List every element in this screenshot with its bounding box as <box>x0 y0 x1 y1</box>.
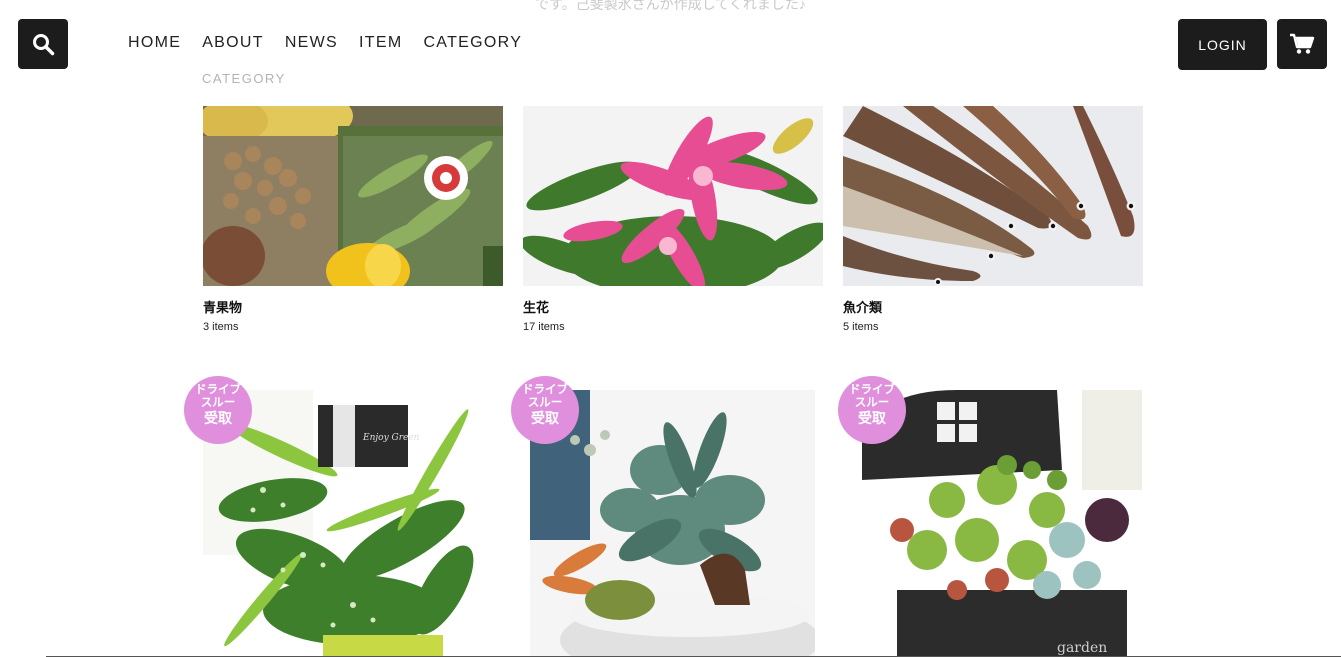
plant-tag-text: Enjoy Green <box>362 433 420 443</box>
product-image-succulent-house: garden <box>857 390 1142 657</box>
product-image-succulent-bowl <box>530 390 815 657</box>
nav-news[interactable]: NEWS <box>285 34 338 52</box>
category-name: 魚介類 <box>843 300 883 315</box>
main-nav: HOME ABOUT NEWS ITEM CATEGORY <box>128 34 522 52</box>
category-card-produce[interactable]: 青果物 3 items <box>203 106 503 333</box>
top-note-text: です。己斐製氷さんが作成してくれました♪ <box>535 0 806 12</box>
cart-icon <box>1290 33 1315 54</box>
submenu-category-label[interactable]: CATEGORY <box>202 71 286 86</box>
category-count: 3 items <box>203 321 239 333</box>
badge-line: スルー <box>527 397 563 409</box>
category-image-flowers <box>523 106 823 286</box>
product-image-foliage: Enjoy Green <box>203 390 488 657</box>
category-name: 生花 <box>523 300 550 315</box>
cart-button[interactable] <box>1277 19 1327 69</box>
nav-category[interactable]: CATEGORY <box>423 34 522 52</box>
badge-line: ドライブ <box>849 384 895 396</box>
category-count: 17 items <box>523 321 565 333</box>
category-image-produce <box>203 106 503 286</box>
pot-sign-text: garden <box>1057 640 1107 656</box>
category-count: 5 items <box>843 321 879 333</box>
nav-about[interactable]: ABOUT <box>202 34 264 52</box>
product-card-succulent-bowl[interactable]: ドライブ スルー 受取 <box>511 376 816 657</box>
category-name: 青果物 <box>203 300 243 315</box>
product-card-succulent-house[interactable]: garden ドライブ スルー 受取 <box>838 376 1143 657</box>
nav-item[interactable]: ITEM <box>359 34 402 52</box>
badge-line: 受取 <box>531 410 559 426</box>
drive-thru-badge: ドライブ スルー 受取 <box>838 376 906 444</box>
search-button[interactable] <box>18 19 68 69</box>
product-card-foliage[interactable]: Enjoy Green ドライブ スルー 受取 <box>184 376 489 657</box>
drive-thru-badge: ドライブ スルー 受取 <box>184 376 252 444</box>
badge-line: 受取 <box>204 410 232 426</box>
category-card-seafood[interactable]: 魚介類 5 items <box>843 106 1143 333</box>
badge-line: ドライブ <box>195 384 241 396</box>
login-button[interactable]: LOGIN <box>1178 19 1267 70</box>
badge-line: 受取 <box>858 410 886 426</box>
search-icon <box>33 34 55 56</box>
drive-thru-badge: ドライブ スルー 受取 <box>511 376 579 444</box>
badge-line: スルー <box>854 397 890 409</box>
badge-line: ドライブ <box>522 384 568 396</box>
category-image-seafood <box>843 106 1143 286</box>
category-card-flowers[interactable]: 生花 17 items <box>523 106 823 333</box>
badge-line: スルー <box>200 397 236 409</box>
nav-home[interactable]: HOME <box>128 34 181 52</box>
